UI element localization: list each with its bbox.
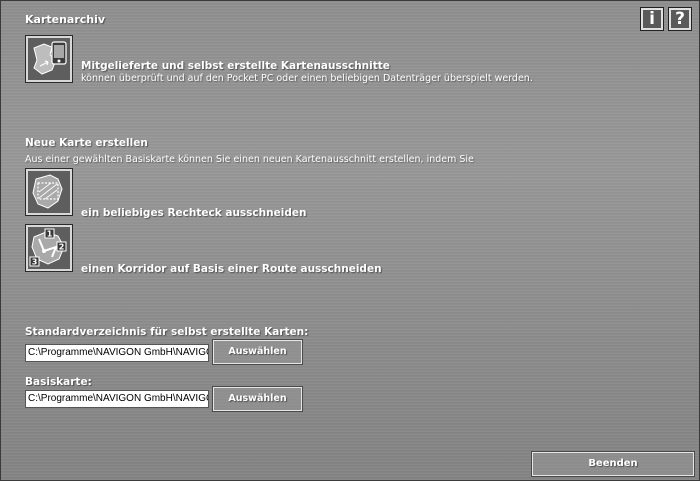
help-button[interactable]: ? — [668, 7, 692, 31]
kartenarchiv-window: Kartenarchiv i ? Mitgelieferte und selbs… — [0, 0, 700, 481]
base-map-field[interactable]: C:\Programme\NAVIGON GmbH\NAVIGON — [25, 390, 209, 408]
default-dir-label: Standardverzeichnis für selbst erstellte… — [25, 326, 309, 338]
page-title: Kartenarchiv — [25, 13, 106, 26]
map-archive-icon[interactable] — [25, 35, 73, 83]
new-map-description: Aus einer gewählten Basiskarte können Si… — [25, 154, 474, 165]
exit-button[interactable]: Beenden — [531, 451, 695, 477]
option-corridor[interactable]: einen Korridor auf Basis einer Route aus… — [81, 263, 382, 275]
default-dir-field[interactable]: C:\Programme\NAVIGON GmbH\NAVIGON — [25, 344, 209, 362]
info-button[interactable]: i — [640, 7, 664, 31]
default-dir-select-button[interactable]: Auswählen — [212, 339, 303, 365]
rectangle-cut-icon[interactable] — [25, 168, 73, 216]
option-rectangle[interactable]: ein beliebiges Rechteck ausschneiden — [81, 207, 306, 219]
base-map-select-button[interactable]: Auswählen — [212, 386, 303, 412]
corridor-marker-1: 1 — [47, 230, 53, 239]
corridor-marker-2: 2 — [59, 243, 65, 252]
corridor-cut-icon[interactable]: 1 2 3 — [25, 224, 73, 272]
archive-description: können überprüft und auf den Pocket PC o… — [81, 73, 533, 84]
base-map-label: Basiskarte: — [25, 376, 92, 388]
corridor-marker-3: 3 — [32, 258, 38, 267]
new-map-title: Neue Karte erstellen — [25, 137, 148, 149]
archive-headline[interactable]: Mitgelieferte und selbst erstellte Karte… — [81, 60, 390, 72]
